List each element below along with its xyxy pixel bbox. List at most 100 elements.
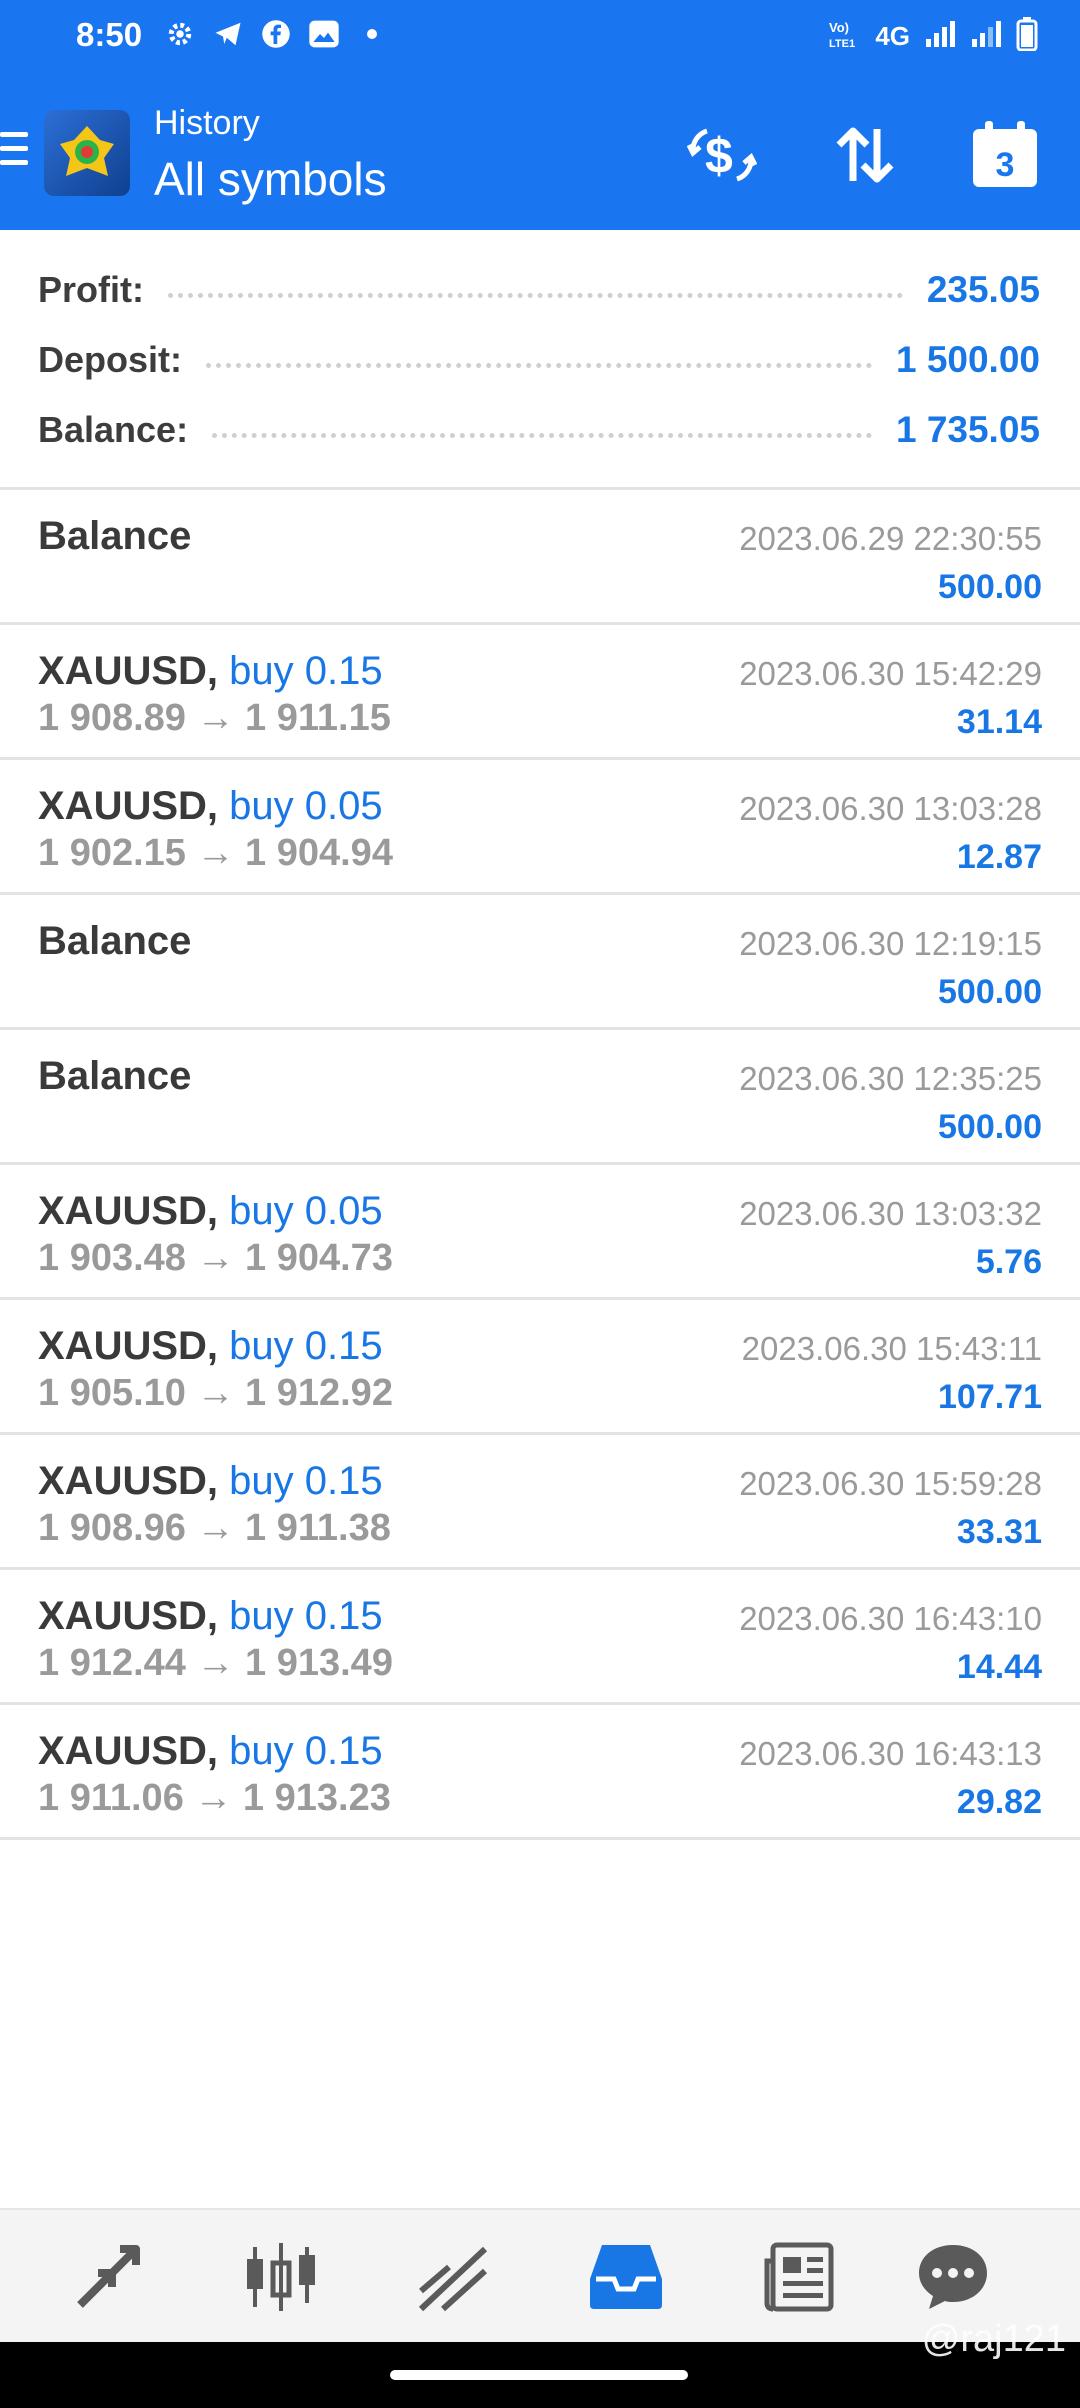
deal-symbol: XAUUSD,	[38, 1459, 219, 1503]
deal-date: 2023.06.30 15:43:11	[741, 1330, 1042, 1367]
deal-side: buy 0.15	[229, 1729, 383, 1773]
status-bar: 8:50 Vo) LTE1 4G	[0, 0, 1080, 76]
balance-value: 1 735.05	[895, 409, 1040, 450]
status-time: 8:50	[76, 16, 143, 53]
deal-symbol: Balance	[38, 919, 192, 963]
balance-label: Balance:	[38, 409, 189, 450]
deal-row[interactable]: XAUUSD, buy 0.15 1 908.96 → 1 911.38 202…	[0, 1435, 1080, 1570]
deal-side: buy 0.15	[229, 1324, 383, 1368]
currency-exchange-icon[interactable]: $	[677, 110, 767, 200]
calendar-day: 3	[996, 146, 1015, 184]
dot-icon	[352, 14, 392, 54]
deal-date: 2023.06.29 22:30:55	[739, 520, 1042, 557]
deal-side: buy 0.15	[229, 649, 383, 693]
deal-title: XAUUSD, buy 0.15	[38, 649, 383, 694]
deal-date: 2023.06.30 15:42:29	[739, 655, 1042, 692]
deal-symbol: XAUUSD,	[38, 784, 219, 828]
battery-icon	[1016, 16, 1038, 56]
status-right-icons: Vo) LTE1 4G	[827, 14, 1038, 58]
account-summary: Profit: 235.05 Deposit: 1 500.00 Balance…	[0, 230, 1080, 490]
network-type: 4G	[875, 20, 910, 51]
history-icon[interactable]	[581, 2232, 671, 2322]
deal-prices: 1 903.48 → 1 904.73	[38, 1237, 393, 1279]
deal-profit: 33.31	[956, 1513, 1042, 1551]
menu-button[interactable]	[0, 132, 28, 172]
deal-title: XAUUSD, buy 0.05	[38, 784, 383, 829]
deal-date: 2023.06.30 12:19:15	[739, 925, 1042, 962]
deal-symbol: XAUUSD,	[38, 1594, 219, 1638]
settings-icon	[160, 14, 200, 54]
deal-side: buy 0.05	[229, 784, 383, 828]
deal-prices: 1 902.15 → 1 904.94	[38, 832, 393, 874]
deal-symbol: XAUUSD,	[38, 1729, 219, 1773]
watermark: @raj121	[922, 2318, 1066, 2361]
deal-profit: 107.71	[938, 1378, 1042, 1416]
balance-row[interactable]: Balance 2023.06.30 12:19:15 500.00	[0, 895, 1080, 1030]
deal-symbol: XAUUSD,	[38, 1324, 219, 1368]
chart-icon[interactable]	[236, 2232, 326, 2322]
svg-text:$: $	[705, 128, 733, 184]
profit-label: Profit:	[38, 269, 144, 310]
summary-balance: Balance: 1 735.05	[38, 400, 1040, 460]
balance-row[interactable]: Balance 2023.06.29 22:30:55 500.00	[0, 490, 1080, 625]
balance-row[interactable]: Balance 2023.06.30 12:35:25 500.00	[0, 1030, 1080, 1165]
deal-profit: 12.87	[956, 838, 1042, 876]
volte-icon: Vo) LTE1	[827, 17, 861, 56]
header-subtitle: History	[154, 104, 260, 142]
deal-profit: 14.44	[956, 1648, 1042, 1686]
deal-date: 2023.06.30 15:59:28	[739, 1465, 1042, 1502]
deal-profit: 5.76	[975, 1243, 1042, 1281]
dotted-leader	[212, 432, 872, 438]
deposit-label: Deposit:	[38, 339, 182, 380]
dotted-leader	[206, 362, 872, 368]
svg-text:Vo): Vo)	[829, 20, 849, 35]
deal-prices: 1 912.44 → 1 913.49	[38, 1642, 393, 1684]
deal-prices: 1 908.89 → 1 911.15	[38, 697, 391, 739]
deal-title: XAUUSD, buy 0.15	[38, 1594, 383, 1639]
deal-profit: 500.00	[938, 973, 1042, 1011]
deal-row[interactable]: XAUUSD, buy 0.05 1 903.48 → 1 904.73 202…	[0, 1165, 1080, 1300]
deal-date: 2023.06.30 16:43:10	[739, 1600, 1042, 1637]
deal-side: buy 0.15	[229, 1459, 383, 1503]
header-title[interactable]: All symbols	[154, 152, 387, 206]
summary-profit: Profit: 235.05	[38, 260, 1040, 320]
deal-title: XAUUSD, buy 0.15	[38, 1729, 383, 1774]
svg-text:LTE1: LTE1	[829, 38, 855, 50]
trade-icon[interactable]	[408, 2232, 498, 2322]
news-icon[interactable]	[754, 2232, 844, 2322]
deal-date: 2023.06.30 12:35:25	[739, 1060, 1042, 1097]
profit-value: 235.05	[926, 269, 1040, 310]
deal-title: XAUUSD, buy 0.15	[38, 1324, 383, 1369]
dotted-leader	[167, 292, 903, 298]
deal-prices: 1 908.96 → 1 911.38	[38, 1507, 391, 1549]
deal-profit: 500.00	[938, 1108, 1042, 1146]
deal-row[interactable]: XAUUSD, buy 0.15 1 911.06 → 1 913.23 202…	[0, 1705, 1080, 1840]
deal-prices: 1 905.10 → 1 912.92	[38, 1372, 393, 1414]
sort-icon[interactable]	[820, 110, 910, 200]
deal-date: 2023.06.30 13:03:32	[739, 1195, 1042, 1232]
deal-side: buy 0.15	[229, 1594, 383, 1638]
summary-deposit: Deposit: 1 500.00	[38, 330, 1040, 390]
calendar-icon[interactable]: 3	[960, 110, 1050, 200]
gallery-icon	[304, 14, 344, 54]
deal-row[interactable]: XAUUSD, buy 0.15 1 905.10 → 1 912.92 202…	[0, 1300, 1080, 1435]
quotes-icon[interactable]	[63, 2232, 153, 2322]
app-header: 8:50 Vo) LTE1 4G History All symbols $ 3	[0, 0, 1080, 230]
deal-title: XAUUSD, buy 0.05	[38, 1189, 383, 1234]
metatrader-logo	[44, 110, 130, 196]
bottom-navigation	[0, 2208, 1080, 2342]
deal-row[interactable]: XAUUSD, buy 0.15 1 912.44 → 1 913.49 202…	[0, 1570, 1080, 1705]
facebook-icon	[256, 14, 296, 54]
telegram-icon	[208, 14, 248, 54]
deal-symbol: Balance	[38, 514, 192, 558]
deal-profit: 31.14	[956, 703, 1042, 741]
deal-symbol: XAUUSD,	[38, 1189, 219, 1233]
deal-row[interactable]: XAUUSD, buy 0.05 1 902.15 → 1 904.94 202…	[0, 760, 1080, 895]
home-gesture-handle[interactable]	[390, 2370, 688, 2380]
deal-date: 2023.06.30 13:03:28	[739, 790, 1042, 827]
deal-prices: 1 911.06 → 1 913.23	[38, 1777, 391, 1819]
messages-icon[interactable]	[908, 2232, 998, 2322]
signal-icon	[970, 19, 1002, 54]
deal-title: XAUUSD, buy 0.15	[38, 1459, 383, 1504]
deal-row[interactable]: XAUUSD, buy 0.15 1 908.89 → 1 911.15 202…	[0, 625, 1080, 760]
